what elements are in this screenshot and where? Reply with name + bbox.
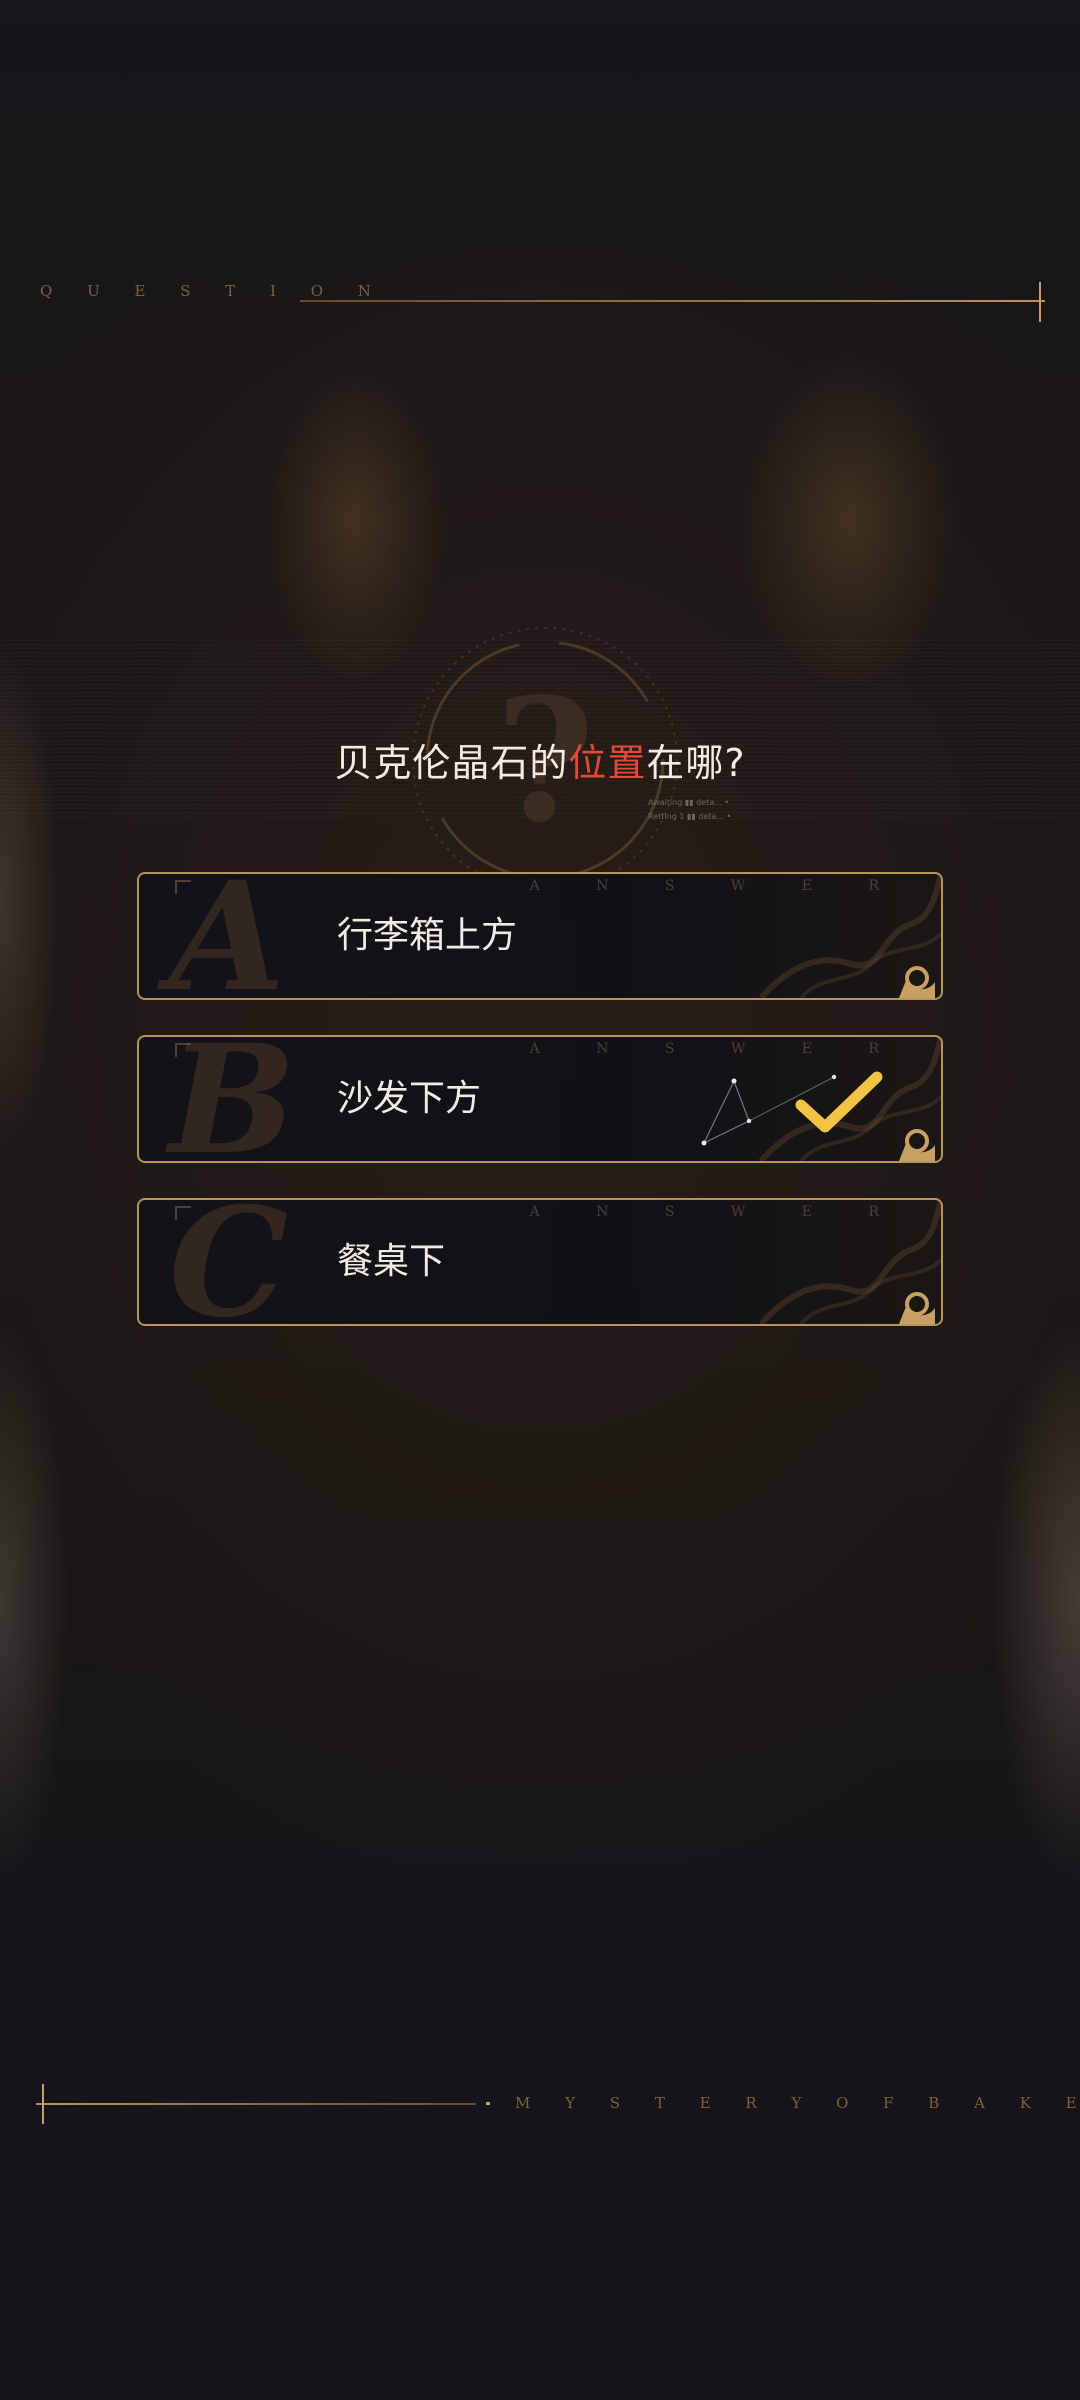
option-text-a: 行李箱上方	[337, 915, 518, 956]
filigree-ornament-icon	[758, 1200, 941, 1324]
status-note-2: Retting 1 ▮▮ deta... •	[648, 812, 732, 821]
footer-divider-line	[36, 2103, 476, 2105]
option-text-b: 沙发下方	[337, 1078, 482, 1119]
question-text-part1: 贝克伦晶石的	[334, 741, 569, 785]
header-tick-mark	[1039, 282, 1041, 322]
answer-option-a[interactable]: A 行李箱上方 A N S W E R	[137, 872, 943, 1000]
question-text-part2: 在哪?	[646, 741, 746, 785]
filigree-ornament-icon	[758, 874, 941, 998]
answer-option-c[interactable]: C 餐桌下 A N S W E R	[137, 1198, 943, 1326]
corner-bracket-icon	[175, 880, 191, 894]
corner-bracket-icon	[175, 1043, 191, 1057]
question-header: Q U E S T I O N	[40, 282, 1050, 342]
answer-option-b[interactable]: B 沙发下方 A N S W E R	[137, 1035, 943, 1163]
quiz-screen: Q U E S T I O N ? 贝克伦晶石的位置在哪? Awaiting ▮…	[0, 0, 1080, 2400]
status-note-1: Awaiting ▮▮ deta... •	[648, 798, 730, 807]
option-text-c: 餐桌下	[337, 1241, 446, 1282]
footer: M Y S T E R Y O F B A K E R L O N	[28, 2072, 1080, 2132]
footer-title: M Y S T E R Y O F B A K E R L O N	[515, 2094, 1080, 2112]
checkmark-icon	[795, 1071, 883, 1133]
header-divider-line	[300, 300, 1045, 302]
question-text: 贝克伦晶石的位置在哪?	[0, 732, 1080, 787]
footer-tick-mark	[42, 2084, 44, 2124]
question-highlight: 位置	[568, 741, 647, 785]
footer-dot	[486, 2102, 490, 2105]
question-header-label: Q U E S T I O N	[40, 282, 386, 300]
corner-bracket-icon	[175, 1206, 191, 1220]
